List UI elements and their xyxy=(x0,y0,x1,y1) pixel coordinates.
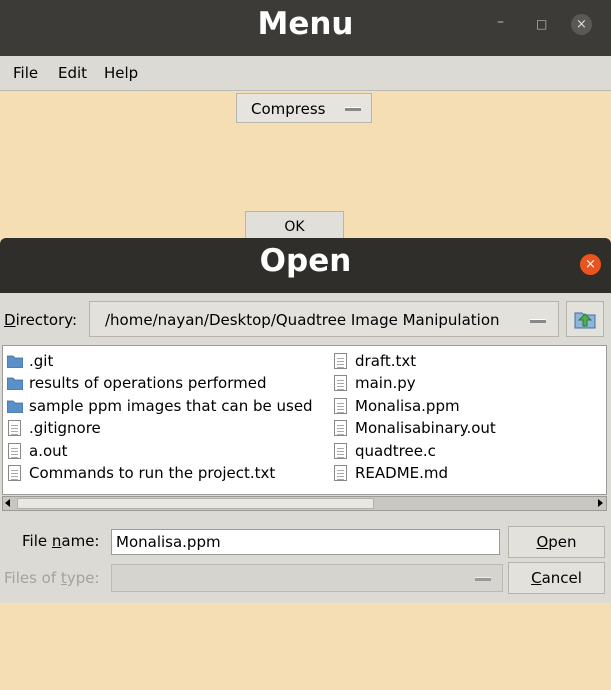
scrollbar-thumb[interactable] xyxy=(17,498,374,509)
open-dialog-titlebar[interactable]: Open × xyxy=(0,238,611,293)
files-of-type-label: Files of type: xyxy=(4,569,100,587)
document-icon xyxy=(334,398,347,414)
compress-select[interactable]: Compress xyxy=(236,93,372,123)
compress-select-value: Compress xyxy=(251,100,326,118)
document-icon xyxy=(8,465,21,481)
document-icon xyxy=(8,420,21,436)
ok-button[interactable]: OK xyxy=(245,211,344,241)
directory-label: Directory: xyxy=(4,311,78,329)
file-name-field[interactable] xyxy=(111,529,500,555)
folder-icon xyxy=(7,355,23,368)
menu-window-titlebar[interactable]: Menu – □ × xyxy=(0,0,611,56)
document-icon xyxy=(334,465,347,481)
menu-window-title: Menu xyxy=(257,6,354,42)
cancel-button[interactable]: Cancel xyxy=(508,562,605,594)
file-name-input[interactable] xyxy=(116,533,486,551)
menu-help[interactable]: Help xyxy=(104,64,138,82)
menubar: File Edit Help xyxy=(0,56,611,91)
document-icon xyxy=(334,443,347,459)
open-dialog-body: Directory: /home/nayan/Desktop/Quadtree … xyxy=(0,293,611,603)
folder-icon xyxy=(7,377,23,390)
directory-select[interactable]: /home/nayan/Desktop/Quadtree Image Manip… xyxy=(89,301,559,337)
parent-directory-button[interactable] xyxy=(566,301,604,337)
directory-path: /home/nayan/Desktop/Quadtree Image Manip… xyxy=(105,311,500,329)
document-icon xyxy=(334,375,347,391)
open-dialog-title: Open xyxy=(259,243,352,279)
file-list[interactable]: .git results of operations performed sam… xyxy=(2,345,607,495)
folder-icon xyxy=(7,400,23,413)
document-icon xyxy=(334,353,347,369)
open-button[interactable]: Open xyxy=(508,526,605,558)
menu-file[interactable]: File xyxy=(13,64,38,82)
horizontal-scrollbar[interactable] xyxy=(2,496,607,511)
close-icon[interactable]: × xyxy=(580,254,601,275)
dropdown-indicator-icon xyxy=(475,577,491,581)
folder-up-icon xyxy=(574,312,596,329)
dropdown-indicator-icon xyxy=(345,107,361,111)
minimize-icon[interactable]: – xyxy=(497,14,504,30)
document-icon xyxy=(8,443,21,459)
maximize-icon[interactable]: □ xyxy=(536,17,547,31)
scroll-left-icon[interactable] xyxy=(5,499,10,507)
dropdown-indicator-icon xyxy=(530,319,546,323)
document-icon xyxy=(334,420,347,436)
scroll-right-icon[interactable] xyxy=(598,499,603,507)
files-of-type-select[interactable] xyxy=(111,564,503,592)
close-icon[interactable]: × xyxy=(571,14,592,35)
file-name-label: File name: xyxy=(22,532,100,550)
menu-edit[interactable]: Edit xyxy=(58,64,87,82)
